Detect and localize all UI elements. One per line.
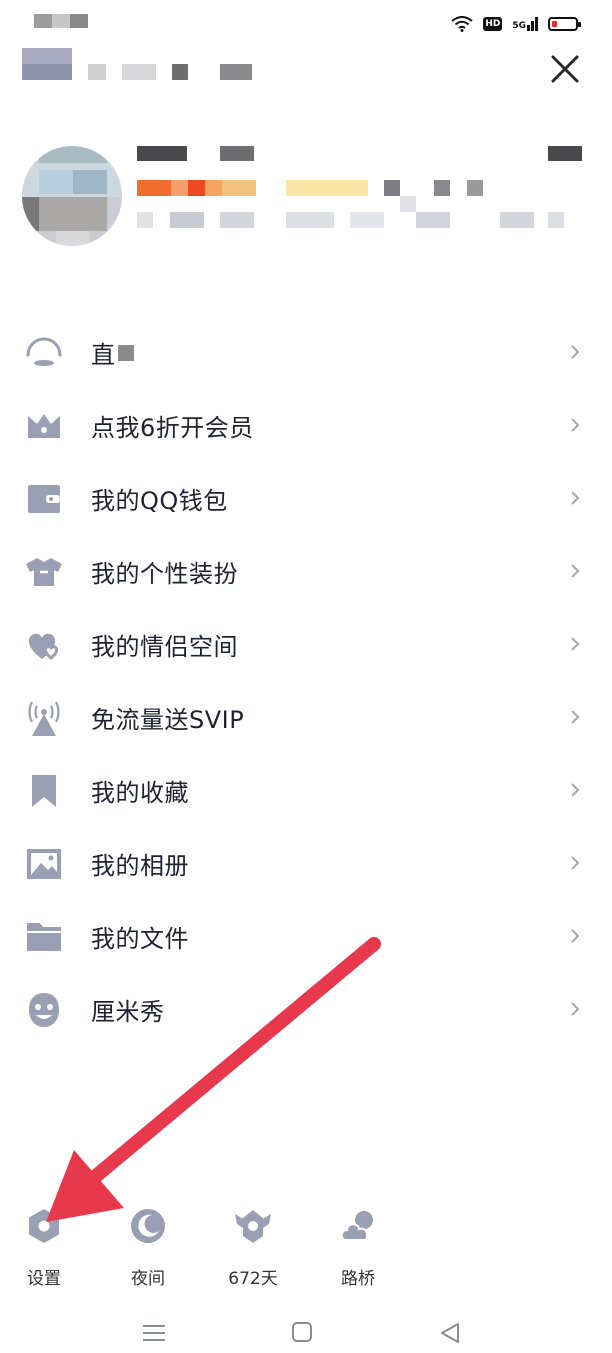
menu-item-vip[interactable]: 点我6折开会员 xyxy=(0,389,612,462)
status-bar: HD 5G xyxy=(0,0,612,50)
menu-item-label: 我的个性装扮 xyxy=(91,560,238,588)
chevron-right-icon xyxy=(571,564,580,578)
weather-label: 路桥 xyxy=(341,1269,375,1289)
night-mode-label: 夜间 xyxy=(131,1269,165,1289)
close-button[interactable] xyxy=(548,52,582,86)
menu-item-label: 直 xyxy=(91,341,116,369)
menu-lines-icon xyxy=(143,1325,165,1341)
bookmark-icon xyxy=(22,771,66,811)
shirt-icon xyxy=(22,552,66,592)
settings-label: 设置 xyxy=(27,1269,61,1289)
days-label: 672天 xyxy=(228,1269,278,1289)
hd-badge: HD xyxy=(483,17,503,31)
signal-icon: 5G xyxy=(512,17,538,31)
crown-icon xyxy=(22,406,66,446)
triangle-back-icon xyxy=(441,1323,459,1343)
badge-wings-icon xyxy=(235,1210,271,1243)
chevron-right-icon xyxy=(571,1002,580,1016)
status-icons: HD 5G xyxy=(451,16,581,32)
chevron-right-icon xyxy=(571,929,580,943)
home-button[interactable] xyxy=(282,1318,322,1348)
settings-button[interactable]: 设置 xyxy=(4,1200,84,1289)
menu-item-free-data[interactable]: 免流量送SVIP xyxy=(0,681,612,754)
system-nav-bar xyxy=(0,1310,612,1353)
hearts-icon xyxy=(22,625,66,665)
moon-icon xyxy=(131,1209,165,1243)
gear-icon xyxy=(29,1209,59,1243)
chevron-right-icon xyxy=(571,783,580,797)
folder-icon xyxy=(22,917,66,957)
label-redacted xyxy=(117,344,134,361)
menu-item-favorites[interactable]: 我的收藏 xyxy=(0,754,612,827)
menu-item-label: 我的情侣空间 xyxy=(91,633,238,661)
antenna-icon xyxy=(22,698,66,738)
menu-item-label: 厘米秀 xyxy=(91,998,165,1026)
menu-item-label: 点我6折开会员 xyxy=(91,414,254,442)
chevron-right-icon xyxy=(571,637,580,651)
menu-item-album[interactable]: 我的相册 xyxy=(0,827,612,900)
chevron-right-icon xyxy=(571,418,580,432)
back-button[interactable] xyxy=(430,1318,470,1348)
chevron-right-icon xyxy=(571,491,580,505)
menu-item-wallet[interactable]: 我的QQ钱包 xyxy=(0,462,612,535)
menu-item-label: 我的收藏 xyxy=(91,779,189,807)
menu-item-live[interactable]: 直 xyxy=(0,316,612,389)
status-time-redacted xyxy=(34,14,88,28)
chevron-right-icon xyxy=(571,856,580,870)
menu-item-couple-space[interactable]: 我的情侣空间 xyxy=(0,608,612,681)
avatar[interactable] xyxy=(22,146,122,246)
face-icon xyxy=(22,990,66,1030)
days-badge-button[interactable]: 672天 xyxy=(213,1200,293,1289)
recents-button[interactable] xyxy=(134,1318,174,1348)
menu-item-personalize[interactable]: 我的个性装扮 xyxy=(0,535,612,608)
menu-item-label: 免流量送SVIP xyxy=(91,706,245,734)
bottom-actions: 设置 夜间 672天 路桥 xyxy=(0,1200,612,1290)
chevron-right-icon xyxy=(571,345,580,359)
weather-button[interactable]: 路桥 xyxy=(318,1200,398,1289)
square-icon xyxy=(292,1322,312,1342)
menu-item-label: 我的相册 xyxy=(91,852,189,880)
wifi-icon xyxy=(451,16,473,32)
menu-item-label: 我的文件 xyxy=(91,925,189,953)
wallet-icon xyxy=(22,479,66,519)
battery-icon xyxy=(548,17,581,31)
night-mode-button[interactable]: 夜间 xyxy=(108,1200,188,1289)
network-type: 5G xyxy=(512,21,526,31)
live-icon xyxy=(22,333,66,373)
cloud-icon xyxy=(340,1211,373,1241)
menu-item-files[interactable]: 我的文件 xyxy=(0,900,612,973)
menu-list: 直 点我6折开会员 我的QQ钱包 我的个性装扮 我的情侣空间 免流量送SVIP … xyxy=(0,316,612,1046)
close-icon xyxy=(551,55,579,83)
photo-icon xyxy=(22,844,66,884)
chevron-right-icon xyxy=(571,710,580,724)
menu-item-cmshow[interactable]: 厘米秀 xyxy=(0,973,612,1046)
menu-item-label: 我的QQ钱包 xyxy=(91,487,228,515)
